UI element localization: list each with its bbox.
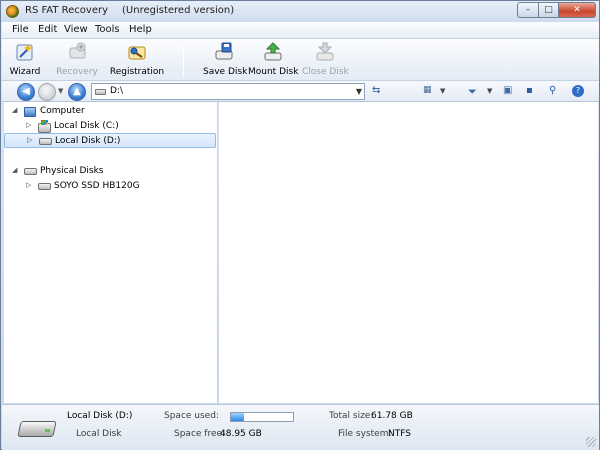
menu-file[interactable]: File (12, 24, 29, 35)
close-disk-icon (316, 42, 334, 61)
mount-disk-button[interactable]: Mount Disk (248, 39, 298, 79)
window-subtitle: (Unregistered version) (122, 5, 235, 16)
tree-item-label: Local Disk (D:) (55, 136, 121, 146)
registration-label: Registration (109, 67, 165, 77)
collapse-arrow-icon[interactable]: ◢ (12, 106, 17, 114)
help-icon[interactable]: ? (572, 85, 584, 97)
toolbar: Wizard Recovery Registration Save Disk M… (2, 39, 599, 81)
close-disk-label: Close Disk (302, 67, 349, 77)
menu-help[interactable]: Help (129, 24, 152, 35)
registration-key-icon (128, 46, 146, 60)
disk-type: Local Disk (76, 429, 122, 439)
tree-item-label: Local Disk (C:) (54, 121, 119, 131)
menu-edit[interactable]: Edit (38, 24, 57, 35)
save-disk-icon (215, 42, 233, 60)
tree-item-local-disk-c[interactable]: ▷ Local Disk (C:) (4, 119, 216, 134)
tree-item-ssd[interactable]: ▷ SOYO SSD HB120G (4, 179, 216, 194)
space-used-label: Space used: (164, 411, 219, 421)
address-dropdown-icon[interactable]: ▼ (356, 87, 362, 96)
mount-disk-label: Mount Disk (248, 67, 299, 77)
file-system-value: NTFS (388, 429, 411, 439)
expand-arrow-icon[interactable]: ▷ (26, 121, 31, 129)
menu-view[interactable]: View (64, 24, 88, 35)
wizard-icon (16, 44, 33, 61)
search-icon[interactable]: ⚲ (549, 85, 556, 96)
space-free-value: 48.95 GB (220, 429, 262, 439)
view-mode-icon[interactable]: ▦ (423, 85, 432, 95)
tree-item-label: SOYO SSD HB120G (54, 181, 140, 191)
address-path: D:\ (110, 86, 123, 96)
file-system-label: File system: (338, 429, 392, 439)
disk-large-icon (17, 415, 57, 439)
tree-item-label: Physical Disks (40, 166, 104, 176)
navigation-bar: ◀ ▶ ▼ ▲ D:\ ▼ ⇆ ▦ ▼ ⏷ ▼ ▣ ▪ ⚲ ? (2, 81, 599, 102)
drive-icon (95, 89, 106, 95)
history-dropdown-icon[interactable]: ▼ (58, 87, 63, 95)
menu-tools[interactable]: Tools (95, 24, 120, 35)
expand-arrow-icon[interactable]: ▷ (27, 136, 32, 144)
total-size-value: 61.78 GB (371, 411, 413, 421)
tree-item-physical-disks[interactable]: ◢ Physical Disks (4, 164, 216, 179)
view-mode-dropdown-icon[interactable]: ▼ (440, 87, 445, 95)
minimize-button[interactable]: – (517, 2, 539, 18)
expand-arrow-icon[interactable]: ▷ (26, 181, 31, 189)
menu-bar: File Edit View Tools Help (2, 22, 599, 39)
mount-disk-icon (264, 42, 282, 61)
save-disk-label: Save Disk (203, 67, 248, 77)
filter-icon[interactable]: ⏷ (468, 85, 477, 99)
up-button[interactable]: ▲ (68, 83, 86, 101)
space-used-bar (230, 412, 294, 422)
tree-item-label: Computer (40, 106, 85, 116)
registration-button[interactable]: Registration (109, 39, 165, 79)
tree-item-local-disk-d[interactable]: ▷ Local Disk (D:) (4, 133, 216, 148)
disk-info-panel: Local Disk (D:) Local Disk Space used: S… (2, 404, 599, 450)
title-bar[interactable]: RS FAT Recovery (Unregistered version) – … (1, 1, 599, 22)
maximize-button[interactable]: □ (538, 2, 559, 18)
app-logo-icon (6, 5, 19, 18)
computer-icon (24, 107, 36, 117)
refresh-icon[interactable]: ⇆ (372, 85, 380, 96)
window-title: RS FAT Recovery (Unregistered version) (25, 5, 235, 16)
collapse-arrow-icon[interactable]: ◢ (12, 166, 17, 174)
file-list-pane[interactable] (219, 102, 598, 403)
tree-item-computer[interactable]: ◢ Computer (4, 104, 216, 119)
space-used-fill (231, 413, 245, 421)
recovery-button[interactable]: Recovery (54, 39, 100, 79)
filter-dropdown-icon[interactable]: ▼ (487, 87, 492, 95)
recovery-icon (69, 42, 86, 59)
forward-button[interactable]: ▶ (38, 83, 56, 101)
close-disk-button[interactable]: Close Disk (302, 39, 349, 79)
save-icon[interactable]: ▪ (526, 85, 533, 96)
total-size-label: Total size: (329, 411, 374, 421)
back-button[interactable]: ◀ (17, 83, 35, 101)
toolbar-separator (183, 43, 184, 77)
disk-name: Local Disk (D:) (67, 411, 133, 421)
disk-icon (38, 183, 51, 190)
resize-grip[interactable] (586, 437, 596, 447)
folder-tree-pane: ◢ Computer ▷ Local Disk (C:) ▷ Local Dis… (4, 102, 218, 403)
wizard-button[interactable]: Wizard (8, 39, 42, 79)
wizard-label: Wizard (9, 67, 41, 77)
save-disk-button[interactable]: Save Disk (203, 39, 248, 79)
space-free-label: Space free: (174, 429, 226, 439)
physical-disks-icon (24, 168, 37, 175)
preview-pane-icon[interactable]: ▣ (503, 85, 512, 96)
system-disk-icon (38, 120, 51, 133)
disk-icon (39, 138, 52, 145)
address-bar[interactable]: D:\ ▼ (91, 83, 365, 100)
close-button[interactable]: ✕ (558, 2, 596, 18)
app-window: RS FAT Recovery (Unregistered version) – … (0, 0, 600, 450)
recovery-label: Recovery (56, 67, 98, 77)
